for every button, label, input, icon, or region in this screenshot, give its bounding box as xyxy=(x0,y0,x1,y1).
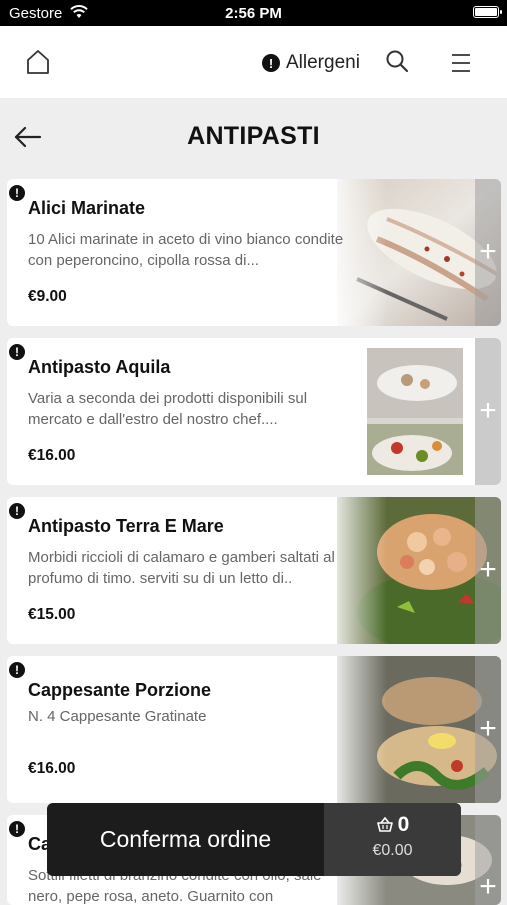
battery-icon xyxy=(473,6,502,18)
item-price: €16.00 xyxy=(28,447,76,464)
allergen-alert-icon[interactable]: ! xyxy=(9,344,25,360)
alert-icon: ! xyxy=(262,54,280,72)
page-title: ANTIPASTI xyxy=(187,122,320,150)
allergen-alert-icon[interactable]: ! xyxy=(9,662,25,678)
allergen-alert-icon[interactable]: ! xyxy=(9,821,25,837)
dish-image xyxy=(367,348,463,475)
clock: 2:56 PM xyxy=(225,5,282,22)
add-to-cart-plus-icon[interactable]: + xyxy=(475,232,501,272)
menu-item-card[interactable]: + ! Cappesante Porzione N. 4 Cappesante … xyxy=(7,656,501,803)
item-description: Morbidi riccioli di calamaro e gamberi s… xyxy=(28,549,335,587)
title-bar: ANTIPASTI xyxy=(0,98,507,178)
add-to-cart-plus-icon[interactable]: + xyxy=(475,867,501,905)
allergen-alert-icon[interactable]: ! xyxy=(9,185,25,201)
cart-total: €0.00 xyxy=(372,842,413,859)
add-to-cart-plus-icon[interactable]: + xyxy=(475,709,501,749)
cart-count: 0 xyxy=(397,813,410,836)
menu-item-card[interactable]: + ! Alici Marinate 10 Alici marinate in … xyxy=(7,179,501,326)
add-to-cart-plus-icon[interactable]: + xyxy=(475,550,501,590)
menu-item-card[interactable]: + ! Antipasto Terra E Mare Morbidi ricci… xyxy=(7,497,501,644)
confirm-order-button[interactable]: Conferma ordine xyxy=(47,803,324,876)
search-icon[interactable] xyxy=(384,49,410,75)
allergen-alert-icon[interactable]: ! xyxy=(9,503,25,519)
item-description: N. 4 Cappesante Gratinate xyxy=(28,708,207,725)
item-price: €15.00 xyxy=(28,606,76,623)
item-name: Cappesante Porzione xyxy=(28,680,212,700)
item-price: €16.00 xyxy=(28,760,76,777)
home-icon[interactable] xyxy=(24,48,52,76)
item-name: Antipasto Aquila xyxy=(28,357,171,377)
basket-icon xyxy=(376,817,393,832)
item-name: Antipasto Terra E Mare xyxy=(28,516,224,536)
hamburger-menu-icon[interactable] xyxy=(450,52,472,74)
add-to-cart-plus-icon[interactable]: + xyxy=(475,391,501,431)
status-bar: Gestore 2:56 PM xyxy=(0,0,507,26)
top-navigation: ! Allergeni xyxy=(0,26,507,98)
item-description: Varia a seconda dei prodotti disponibili… xyxy=(28,390,308,428)
item-price: €9.00 xyxy=(28,288,67,305)
cart-summary[interactable]: 0 €0.00 xyxy=(324,803,461,876)
item-name: Alici Marinate xyxy=(28,198,146,218)
allergens-label: Allergeni xyxy=(286,52,360,73)
allergens-button[interactable]: ! Allergeni xyxy=(262,50,360,76)
menu-item-card[interactable]: + ! Antipasto Aquila Varia a seconda dei… xyxy=(7,338,501,485)
item-description: 10 Alici marinate in aceto di vino bianc… xyxy=(28,231,344,269)
order-bar: Conferma ordine 0 €0.00 xyxy=(47,803,461,876)
